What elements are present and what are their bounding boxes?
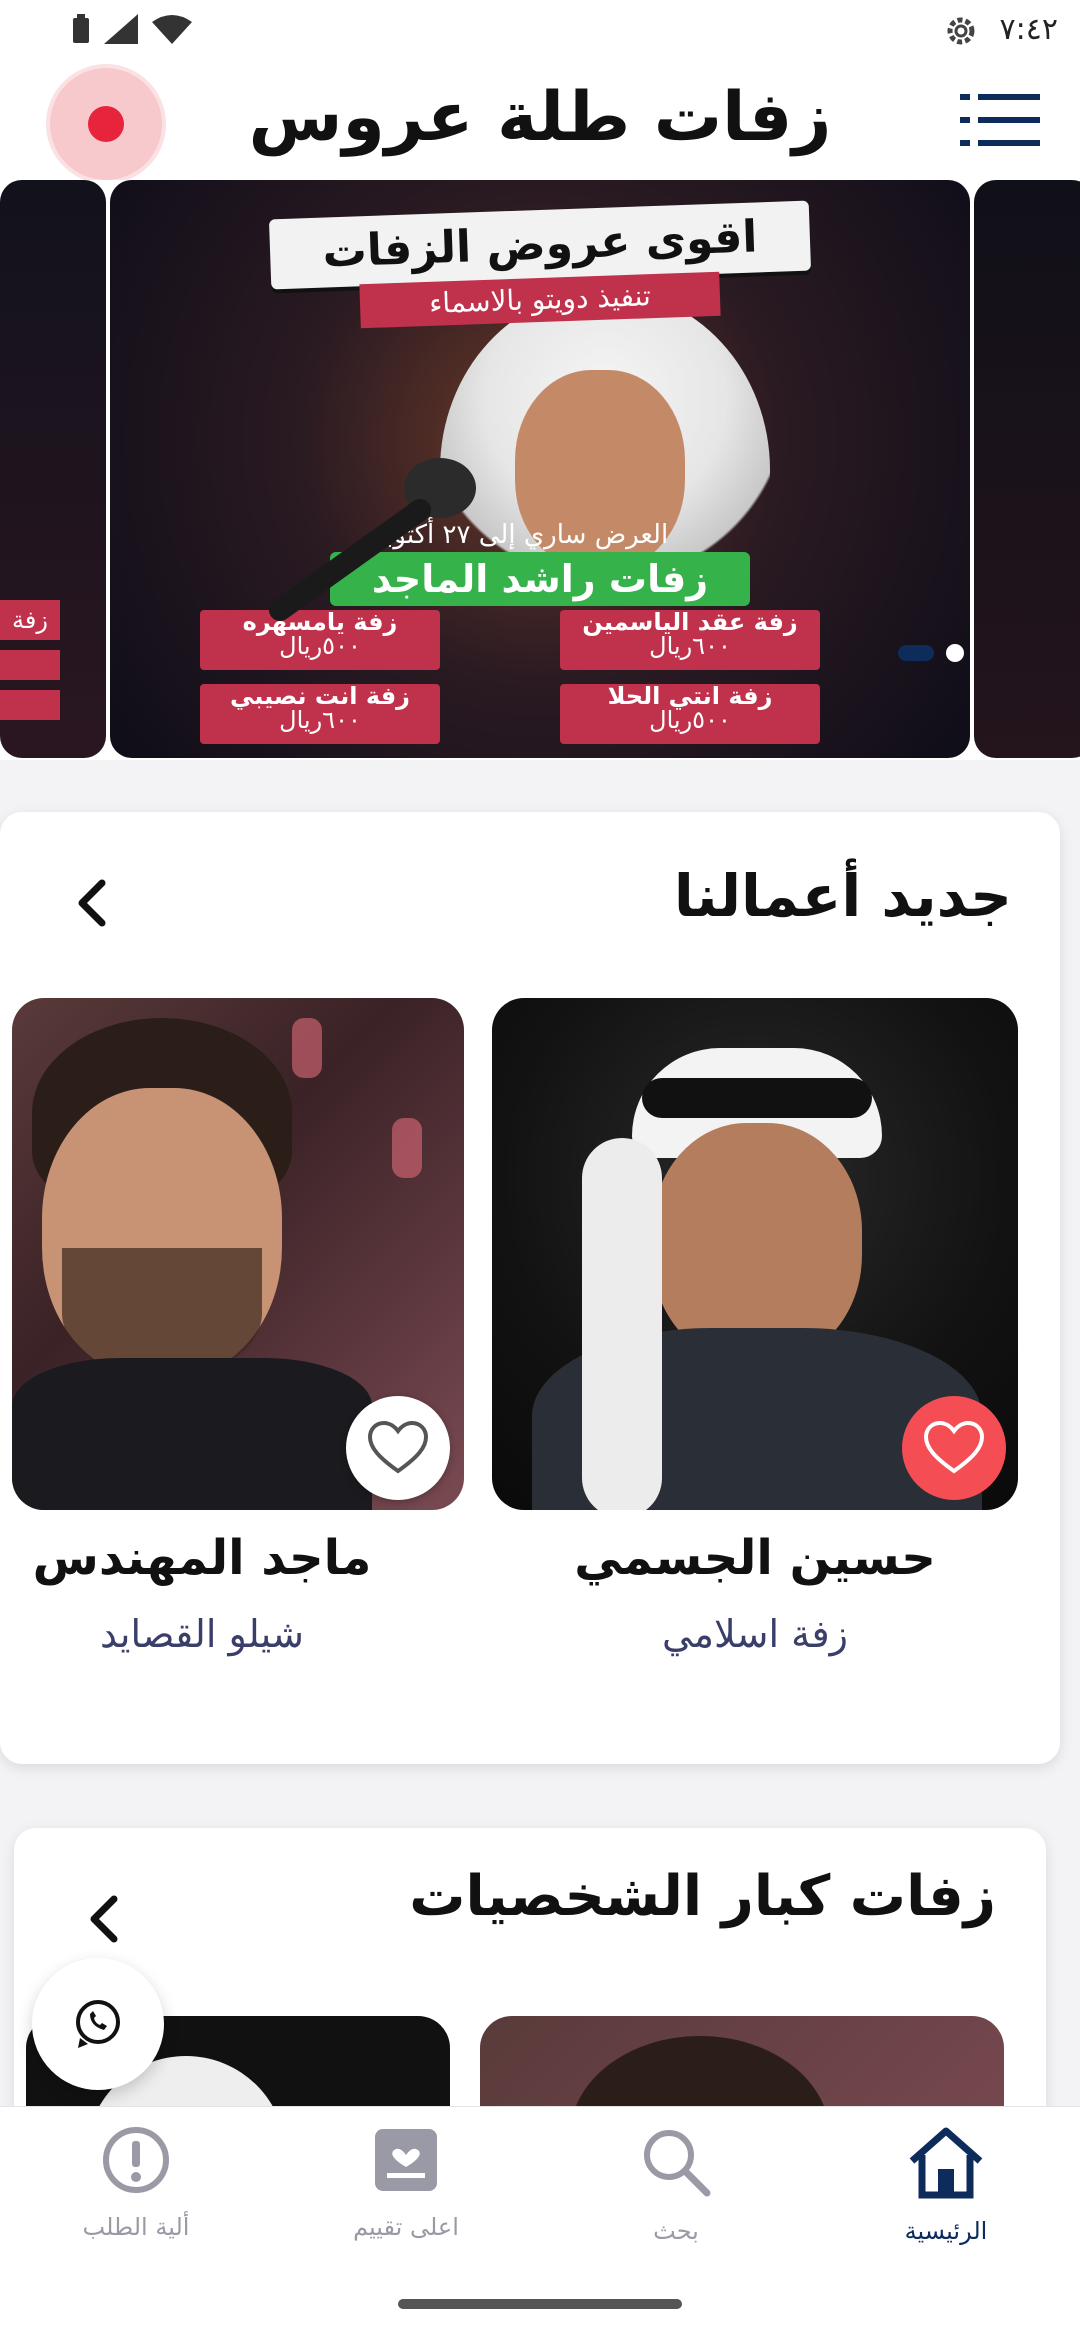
artist-name[interactable]: حسين الجسمي bbox=[492, 1530, 1018, 1586]
section-title: زفات كبار الشخصيات bbox=[409, 1864, 996, 1929]
promo-item-price: ٦٠٠ريال bbox=[649, 632, 731, 660]
home-icon bbox=[909, 2127, 983, 2199]
nav-search[interactable]: بحث bbox=[566, 2125, 786, 2245]
status-time: ٧:٤٢ bbox=[999, 12, 1058, 47]
artist-name[interactable]: ماجد المهندس bbox=[12, 1530, 392, 1586]
nav-label: الرئيسية bbox=[904, 2217, 988, 2245]
bottom-navigation: الرئيسية بحث اعلى تقييم ألية الطلب bbox=[0, 2106, 1080, 2340]
agal-graphic bbox=[642, 1078, 872, 1118]
nav-label: ألية الطلب bbox=[82, 2213, 190, 2241]
battery-icon bbox=[73, 14, 89, 43]
heart-outline-icon bbox=[368, 1421, 428, 1474]
promo-item-price: ٥٠٠ريال bbox=[649, 706, 731, 734]
carousel-indicator bbox=[898, 644, 964, 662]
promo-item: زفة عقد الياسمين ٦٠٠ريال bbox=[560, 610, 820, 670]
promo-carousel[interactable]: زفة اقوى عروض الزفات تنفيذ دويتو بالاسما… bbox=[0, 180, 1080, 760]
promo-item-title: زفة انتي الحلا bbox=[607, 682, 773, 710]
artist-genre: زفة اسلامي bbox=[661, 1612, 849, 1656]
clothing-graphic bbox=[12, 1358, 372, 1510]
face-graphic bbox=[652, 1123, 862, 1363]
promo-item-title: زفة عقد الياسمين bbox=[582, 608, 798, 636]
settings-status-icon bbox=[947, 17, 975, 45]
nav-home[interactable]: الرئيسية bbox=[836, 2125, 1056, 2245]
promo-headline-banner: اقوى عروض الزفات bbox=[268, 200, 812, 290]
favorite-button[interactable] bbox=[346, 1396, 450, 1500]
info-icon bbox=[103, 2127, 169, 2193]
nav-label: بحث bbox=[653, 2217, 699, 2245]
indicator-active bbox=[898, 645, 934, 661]
heart-icon bbox=[924, 1421, 984, 1474]
bokeh-light bbox=[392, 1118, 422, 1178]
artist-genre: شيلو القصايد bbox=[99, 1612, 304, 1656]
promo-item-title: زفة انت نصيبي bbox=[230, 682, 410, 710]
menu-icon[interactable] bbox=[960, 90, 1040, 150]
nav-label: اعلى تقييم bbox=[353, 2213, 459, 2241]
promo-item-price: ٦٠٠ريال bbox=[279, 706, 361, 734]
favorite-button[interactable] bbox=[902, 1396, 1006, 1500]
app-bar: زفات طلة عروس bbox=[0, 62, 1080, 180]
status-bar: ٧:٤٢ bbox=[0, 0, 1080, 62]
whatsapp-icon bbox=[76, 2000, 120, 2048]
wifi-icon bbox=[152, 15, 192, 44]
bokeh-light bbox=[292, 1018, 322, 1078]
chevron-left-icon[interactable] bbox=[72, 878, 112, 928]
rating-icon bbox=[375, 2129, 437, 2191]
indicator-inactive bbox=[946, 644, 964, 662]
app-title: زفات طلة عروس bbox=[248, 78, 832, 157]
promo-headline: اقوى عروض الزفات bbox=[321, 211, 759, 278]
home-indicator bbox=[398, 2299, 682, 2309]
signal-icon bbox=[104, 14, 138, 44]
nav-top-rated[interactable]: اعلى تقييم bbox=[296, 2125, 516, 2241]
carousel-slide-previous[interactable]: زفة bbox=[0, 180, 106, 758]
chevron-left-icon[interactable] bbox=[84, 1894, 124, 1944]
status-icons bbox=[72, 14, 192, 44]
whatsapp-button[interactable] bbox=[32, 1958, 164, 2090]
peek-slide-text: زفة bbox=[0, 600, 60, 640]
search-icon bbox=[644, 2130, 711, 2197]
nav-order-process[interactable]: ألية الطلب bbox=[26, 2125, 246, 2241]
section-title: جديد أعمالنا bbox=[673, 862, 1012, 930]
microphone-graphic bbox=[269, 458, 476, 621]
scarf-graphic bbox=[582, 1138, 662, 1510]
promo-item: زفة انتي الحلا ٥٠٠ريال bbox=[560, 684, 820, 744]
carousel-slide-current[interactable]: اقوى عروض الزفات تنفيذ دويتو بالاسماء ال… bbox=[110, 180, 970, 758]
carousel-slide-next[interactable] bbox=[974, 180, 1080, 758]
new-works-section: جديد أعمالنا حسين الجسمي زفة اسلامي ماجد… bbox=[0, 812, 1060, 1764]
promo-item: زفة انت نصيبي ٦٠٠ريال bbox=[200, 684, 440, 744]
